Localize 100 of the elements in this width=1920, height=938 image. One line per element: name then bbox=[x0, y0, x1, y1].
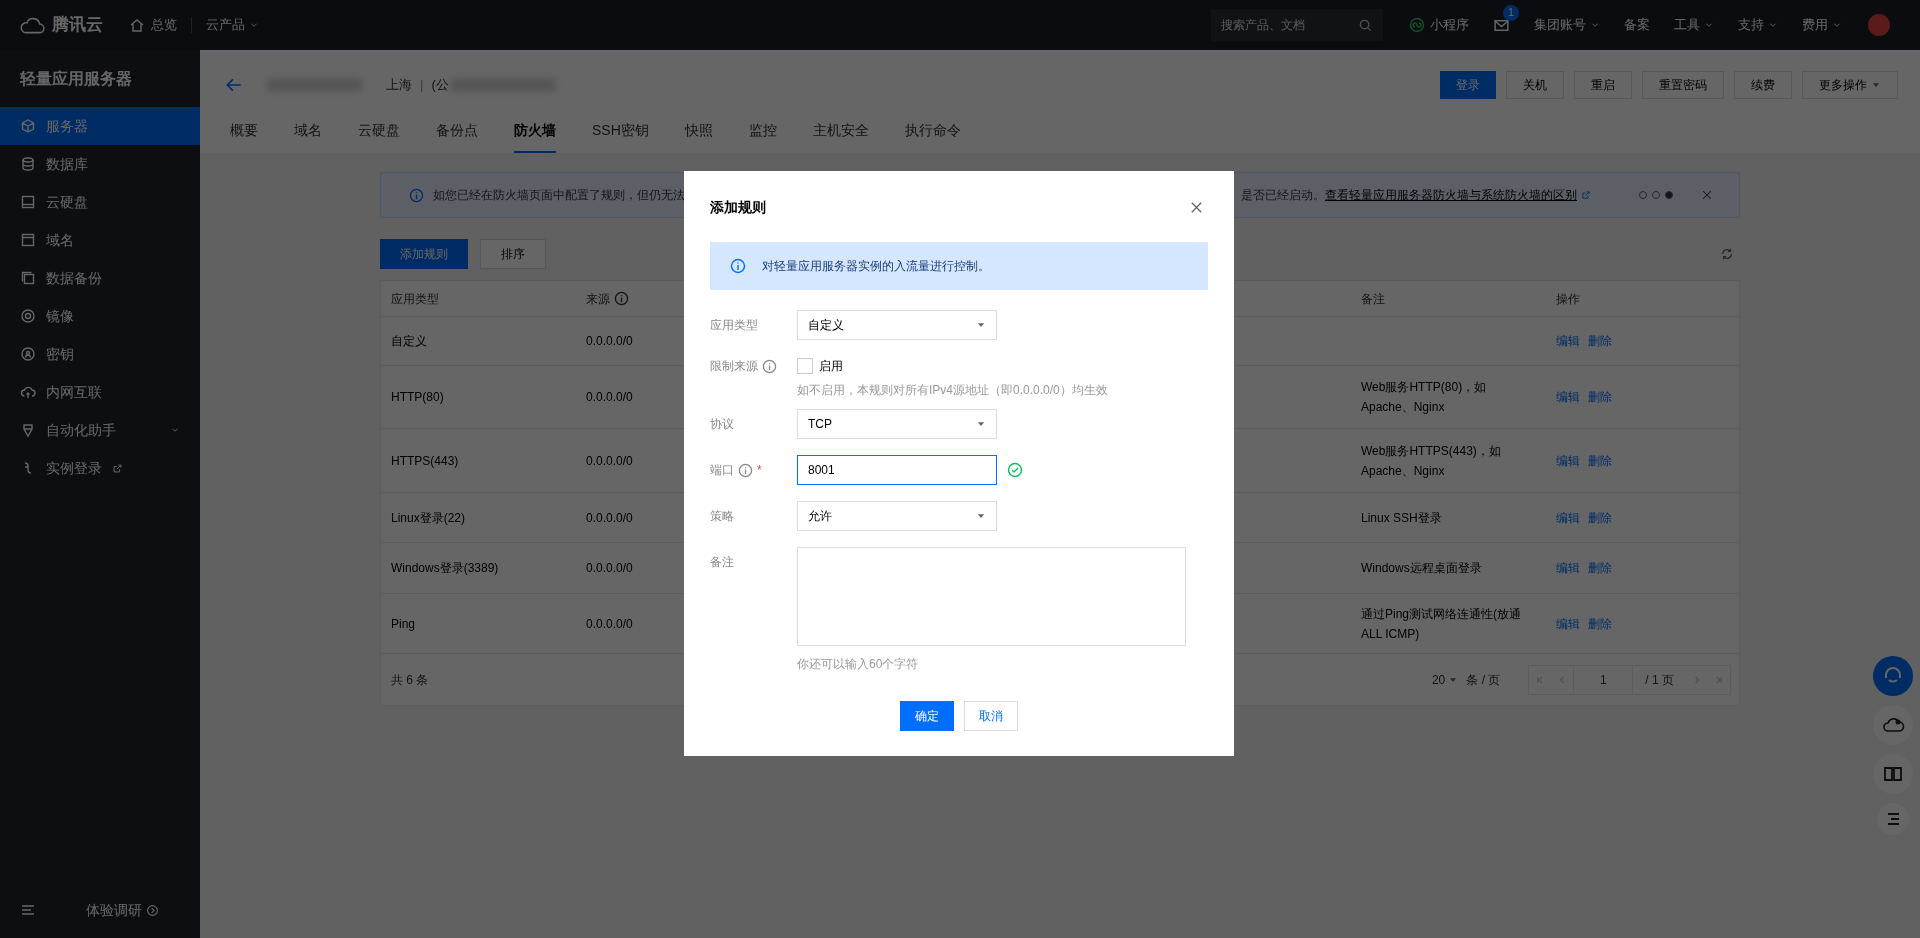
back-arrow-icon[interactable] bbox=[225, 76, 243, 94]
hint-text: 如不启用，本规则对所有IPv4源地址（即0.0.0.0/0）均生效 bbox=[797, 382, 1108, 399]
table-cell: 通过Ping测试网络连通性(放通ALL ICMP) bbox=[1361, 606, 1521, 641]
toolbar-button[interactable]: 添加规则 bbox=[380, 239, 468, 269]
row-action-link[interactable]: 编辑 bbox=[1556, 559, 1580, 577]
checkbox-option[interactable]: 启用 bbox=[797, 351, 1108, 381]
mini-program-icon bbox=[1409, 17, 1425, 33]
field-label: 备注 bbox=[710, 554, 734, 571]
sidebar-item[interactable]: 自动化助手 bbox=[0, 411, 200, 449]
action-button[interactable]: 续费 bbox=[1734, 71, 1792, 99]
table-cell: 0.0.0.0/0 bbox=[586, 616, 633, 631]
nav-menu[interactable]: 支持 bbox=[1738, 15, 1778, 35]
sidebar-item[interactable]: 内网互联 bbox=[0, 373, 200, 411]
table-cell: 0.0.0.0/0 bbox=[586, 453, 633, 468]
cloud-upload-icon bbox=[20, 384, 36, 400]
sidebar-item[interactable]: 域名 bbox=[0, 221, 200, 259]
table-cell: Windows登录(3389) bbox=[391, 561, 499, 575]
sidebar-item[interactable]: 数据库 bbox=[0, 145, 200, 183]
sidebar-item[interactable]: 镜像 bbox=[0, 297, 200, 335]
row-action-link[interactable]: 删除 bbox=[1588, 508, 1612, 527]
table-cell: 0.0.0.0/0 bbox=[586, 390, 633, 404]
column-header: 操作 bbox=[1556, 290, 1580, 308]
row-action-link[interactable]: 编辑 bbox=[1556, 388, 1580, 406]
mini-program-link[interactable]: 小程序 bbox=[1409, 15, 1469, 35]
field-label: 策略 bbox=[710, 508, 734, 525]
tab[interactable]: 执行命令 bbox=[904, 120, 961, 153]
sidebar-item[interactable]: 密钥 bbox=[0, 335, 200, 373]
nav-menu[interactable]: 工具 bbox=[1674, 15, 1714, 35]
row-action-link[interactable]: 编辑 bbox=[1556, 332, 1580, 350]
row-action-link[interactable]: 删除 bbox=[1588, 451, 1612, 470]
search-field[interactable]: 搜索产品、文档 bbox=[1211, 9, 1383, 41]
sidebar-item[interactable]: 数据备份 bbox=[0, 259, 200, 297]
menu-icon[interactable] bbox=[20, 902, 36, 918]
stack-icon bbox=[20, 270, 36, 286]
select-field[interactable]: 自定义 bbox=[797, 310, 997, 340]
tab[interactable]: 概要 bbox=[230, 120, 258, 153]
column-header: 来源 bbox=[586, 290, 610, 308]
input-field[interactable]: 8001 bbox=[797, 455, 997, 485]
table-cell: Web服务HTTPS(443)，如Apache、Nginx bbox=[1361, 443, 1501, 478]
brand-name[interactable]: 腾讯云 bbox=[52, 12, 103, 38]
pagination-bar[interactable]: 1 / 1 页 bbox=[1528, 664, 1731, 695]
column-header: 应用类型 bbox=[391, 290, 439, 308]
info-icon bbox=[730, 258, 746, 274]
instance-label: (公 bbox=[431, 76, 449, 95]
field-label: 端口 bbox=[710, 462, 734, 479]
avatar[interactable] bbox=[1868, 14, 1890, 36]
nav-menu[interactable]: 集团账号 bbox=[1534, 15, 1600, 35]
survey-link[interactable]: 体验调研 bbox=[86, 899, 159, 921]
overview-link[interactable]: 总览 bbox=[129, 15, 177, 35]
row-action-link[interactable]: 编辑 bbox=[1556, 508, 1580, 527]
tab[interactable]: 云硬盘 bbox=[358, 120, 400, 153]
row-action-link[interactable]: 编辑 bbox=[1556, 614, 1580, 633]
page-size-unit: 条 / 页 bbox=[1466, 671, 1501, 689]
character-count: 你还可以输入60个字符 bbox=[797, 656, 920, 673]
cancel-button[interactable]: 取消 bbox=[964, 701, 1018, 731]
tab[interactable]: SSH密钥 bbox=[592, 120, 649, 153]
tab[interactable]: 快照 bbox=[684, 120, 713, 153]
note-textarea[interactable] bbox=[797, 547, 1186, 646]
table-cell: Ping bbox=[391, 616, 416, 631]
page-input[interactable]: 1 bbox=[1573, 665, 1634, 694]
nav-menu[interactable]: 费用 bbox=[1802, 15, 1842, 35]
select-field[interactable]: TCP bbox=[797, 409, 997, 439]
table-cell: 自定义 bbox=[391, 334, 427, 348]
notification-badge: 1 bbox=[1503, 4, 1519, 21]
products-menu[interactable]: 云产品 bbox=[206, 15, 259, 35]
search-icon[interactable] bbox=[1358, 17, 1373, 33]
field-label: 应用类型 bbox=[710, 317, 758, 334]
page-size-select[interactable]: 20 bbox=[1431, 670, 1459, 689]
select-field[interactable]: 允许 bbox=[797, 501, 997, 531]
checkbox[interactable] bbox=[797, 358, 813, 374]
tab[interactable]: 监控 bbox=[748, 120, 777, 153]
row-action-link[interactable]: 删除 bbox=[1588, 559, 1612, 577]
key-circle-icon bbox=[20, 346, 36, 362]
confirm-button[interactable]: 确定 bbox=[900, 701, 954, 731]
action-button[interactable]: 重置密码 bbox=[1642, 71, 1724, 99]
row-action-link[interactable]: 删除 bbox=[1588, 332, 1612, 350]
action-button[interactable]: 登录 bbox=[1440, 71, 1496, 99]
table-cell: 0.0.0.0/0 bbox=[586, 561, 633, 575]
row-action-link[interactable]: 删除 bbox=[1588, 388, 1612, 406]
window-icon bbox=[20, 232, 36, 248]
sidebar-item[interactable]: 实例登录 bbox=[0, 449, 200, 487]
field-label: 限制来源 bbox=[710, 358, 758, 375]
toolbar-button[interactable]: 排序 bbox=[480, 239, 546, 269]
sidebar-item[interactable]: 服务器 bbox=[0, 107, 200, 145]
tab[interactable]: 防火墙 bbox=[514, 120, 556, 153]
nav-link[interactable]: 备案 bbox=[1624, 15, 1650, 35]
help-link[interactable]: 查看轻量应用服务器防火墙与系统防火墙的区别 bbox=[1325, 186, 1577, 204]
close-icon[interactable] bbox=[1701, 189, 1713, 201]
tab[interactable]: 域名 bbox=[294, 120, 322, 153]
row-action-link[interactable]: 删除 bbox=[1588, 614, 1612, 633]
action-button[interactable]: 更多操作 bbox=[1802, 71, 1898, 99]
separator: | bbox=[420, 76, 424, 95]
refresh-icon[interactable] bbox=[1720, 247, 1734, 261]
action-button[interactable]: 重启 bbox=[1574, 71, 1632, 99]
sidebar-item[interactable]: 云硬盘 bbox=[0, 183, 200, 221]
total-count: 共 6 条 bbox=[391, 671, 429, 689]
tab[interactable]: 备份点 bbox=[436, 120, 478, 153]
row-action-link[interactable]: 编辑 bbox=[1556, 451, 1580, 470]
action-button[interactable]: 关机 bbox=[1506, 71, 1564, 99]
tab[interactable]: 主机安全 bbox=[812, 120, 869, 153]
